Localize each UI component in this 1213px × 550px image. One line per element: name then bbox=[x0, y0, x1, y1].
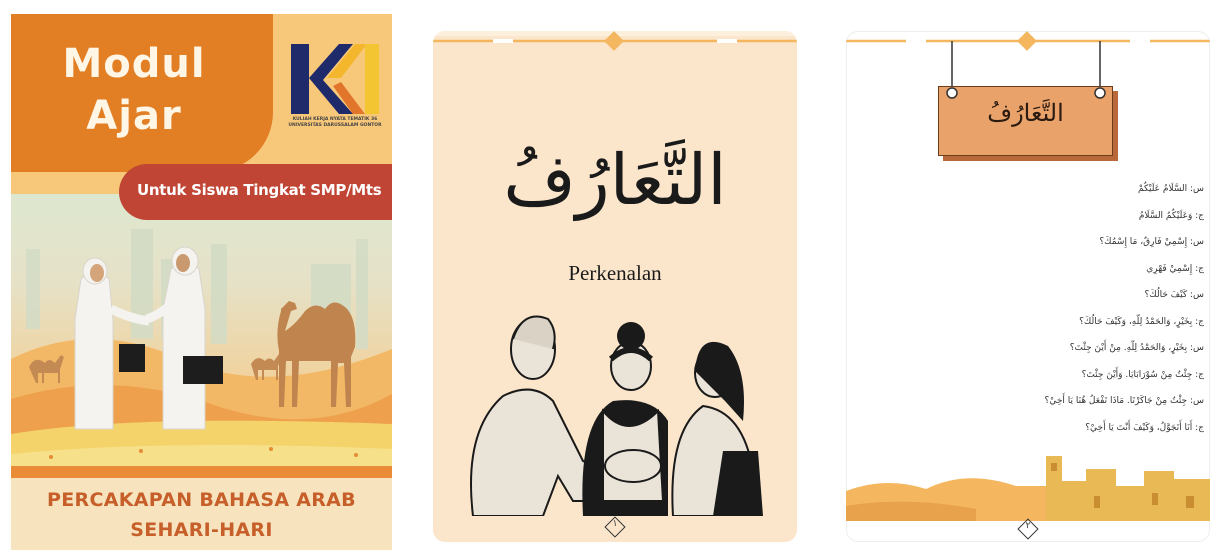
page-1-subtitle: Perkenalan bbox=[568, 261, 662, 285]
page-1-number: ١ bbox=[604, 516, 626, 538]
dialogue-line: ج: أَنَا أَتَجَوَّلُ، وَكَيْفَ أَنْتَ يَ… bbox=[1085, 422, 1204, 433]
logo-caption: KULIAH KERJA NYATA TEMATIK 36 UNIVERSITA… bbox=[288, 117, 382, 128]
sign-nails bbox=[946, 87, 1106, 99]
dialogue-line: س: جِئْتُ مِنْ جَاكَرْتَا. مَاذَا تَفْعَ… bbox=[1044, 396, 1204, 406]
dialogue-line: س: إِسْمِيْ فَارِقٌ، مَا إِسْمُكَ؟ bbox=[1099, 237, 1204, 247]
sand-strip bbox=[11, 466, 392, 478]
cover-title-line1: Modul bbox=[62, 41, 206, 87]
dialogue-line: س: كَيْفَ حَالُكَ؟ bbox=[1144, 290, 1204, 300]
cover-title-line2: Ajar bbox=[86, 93, 182, 139]
cover-subtitle-line2: SEHARI-HARI bbox=[130, 519, 273, 541]
cover-page[interactable]: Modul Ajar KULIAH KERJA NYATA TEMATIK 36… bbox=[11, 14, 392, 550]
page-2-title: التَّعَارُفُ bbox=[987, 99, 1064, 127]
page-1-title: التَّعَارُفُ bbox=[503, 139, 727, 221]
cover-title: Modul Ajar bbox=[39, 38, 229, 142]
page-2-number-label: ٢ bbox=[1025, 521, 1031, 531]
dialogue-line: ج: بِخَيْرٍ، وَالحَمْدُ لِلّهِ، وَكَيْفَ… bbox=[1079, 316, 1204, 327]
top-ornament bbox=[433, 31, 797, 51]
cover-subtitle-line1: PERCAKAPAN BAHASA ARAB bbox=[47, 489, 356, 511]
greeting-illustration bbox=[470, 315, 763, 516]
kkn-logo bbox=[291, 44, 379, 114]
dialogue-line: س: السَّلَامُ عَلَيْكُمْ bbox=[1138, 184, 1204, 194]
cover-illustration bbox=[11, 229, 392, 484]
dialogue-line: س: بِخَيْرٍ، وَالحَمْدُ لِلّهِ. مِنْ أَي… bbox=[1069, 343, 1204, 353]
cover-subtitle: PERCAKAPAN BAHASA ARAB SEHARI-HARI bbox=[11, 485, 392, 545]
page-2[interactable]: التَّعَارُفُ س: السَّلَامُ عَلَيْكُمْ ج:… bbox=[846, 31, 1210, 542]
dialogue-line: ج: وَعَلَيْكُمُ السَّلَامُ bbox=[1138, 210, 1204, 221]
dialogue-list: س: السَّلَامُ عَلَيْكُمْ ج: وَعَلَيْكُمُ… bbox=[864, 176, 1204, 441]
audience-ribbon: Untuk Siswa Tingkat SMP/Mts bbox=[119, 164, 392, 220]
page-1-number-label: ١ bbox=[612, 519, 618, 529]
desert-city-illustration bbox=[846, 456, 1210, 521]
audience-label: Untuk Siswa Tingkat SMP/Mts bbox=[137, 181, 382, 199]
page-1[interactable]: التَّعَارُفُ Perkenalan ١ bbox=[433, 31, 797, 542]
dialogue-line: ج: إِسْمِيْ فَهْرِي bbox=[1146, 263, 1204, 274]
dialogue-line: ج: جِئْتُ مِنْ سُوْرَابَايَا. وَأَيْنَ ج… bbox=[1081, 369, 1204, 380]
page-2-number: ٢ bbox=[1017, 518, 1039, 540]
